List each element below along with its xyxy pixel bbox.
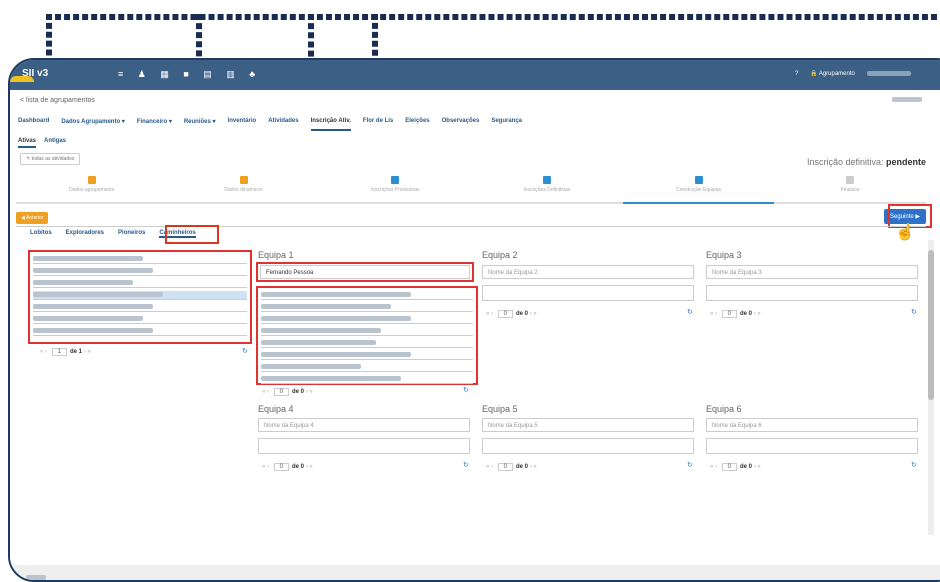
tab-atividades[interactable]: Atividades bbox=[268, 118, 298, 131]
agrupamento-menu[interactable]: 🔒 Agrupamento bbox=[810, 71, 855, 77]
list-item[interactable] bbox=[33, 255, 247, 264]
page-number-input[interactable]: 1 bbox=[51, 348, 68, 356]
caminheiros-highlight bbox=[165, 225, 219, 244]
tab-inscricao-ativ[interactable]: Inscrição Ativ. bbox=[310, 118, 351, 131]
tab-ativas[interactable]: Ativas bbox=[18, 138, 37, 148]
tab-financeiro[interactable]: Financeiro ▾ bbox=[137, 118, 172, 131]
list-item[interactable] bbox=[261, 303, 473, 312]
team-1-name-highlight bbox=[256, 262, 474, 282]
team-4-pager: « ‹ 0 de 0 › » bbox=[262, 463, 313, 471]
team-5-members-list[interactable] bbox=[482, 438, 694, 454]
tab-antigas[interactable]: Antigas bbox=[44, 138, 66, 148]
anterior-button[interactable]: ◀ Anterior bbox=[16, 212, 49, 224]
team-2-members-list[interactable] bbox=[482, 285, 694, 301]
available-members-list[interactable] bbox=[28, 250, 252, 344]
tab-seguranca[interactable]: Segurança bbox=[491, 118, 522, 131]
tab-pioneiros[interactable]: Pioneiros bbox=[118, 230, 145, 238]
refresh-icon[interactable]: ↻ bbox=[687, 461, 693, 469]
app-window: SII v3 ≡ ♟ ▦ ■ ▤ ▥ ♣ ? 🔒 Agrupamento < l… bbox=[8, 58, 940, 582]
top-nav-icons[interactable]: ≡ ♟ ▦ ■ ▤ ▥ ♣ bbox=[118, 69, 261, 80]
back-to-list-link[interactable]: < lista de agrupamentos bbox=[20, 97, 95, 104]
team-5-pager: « ‹ 0 de 0 › » bbox=[486, 463, 537, 471]
list-item[interactable] bbox=[261, 339, 473, 348]
mouse-cursor-icon: ☝ bbox=[895, 224, 915, 241]
list-item[interactable] bbox=[33, 327, 247, 336]
team-5-title: Equipa 5 bbox=[482, 404, 518, 414]
list-item[interactable] bbox=[261, 327, 473, 336]
tab-reunioes[interactable]: Reuniões ▾ bbox=[184, 118, 216, 131]
team-1-members-list[interactable] bbox=[256, 286, 478, 385]
team-3-members-list[interactable] bbox=[706, 285, 918, 301]
list-item[interactable] bbox=[33, 303, 247, 312]
team-4-name-input[interactable]: Nome da Equipa 4 bbox=[258, 418, 470, 432]
team-4-title: Equipa 4 bbox=[258, 404, 294, 414]
footer bbox=[10, 565, 940, 580]
list-item[interactable] bbox=[33, 279, 247, 288]
refresh-icon[interactable]: ↻ bbox=[911, 461, 917, 469]
list-item[interactable] bbox=[261, 375, 473, 384]
nav-tabs: Dashboard Dados Agrupamento ▾ Financeiro… bbox=[18, 118, 522, 131]
refresh-icon[interactable]: ↻ bbox=[911, 308, 917, 316]
wizard-steps: Dados agrupamento Dados dinamicos Inscri… bbox=[16, 174, 927, 204]
team-4-members-list[interactable] bbox=[258, 438, 470, 454]
step-inscricoes-provisorias[interactable]: Inscrições Provisórias bbox=[319, 174, 472, 204]
team-2-title: Equipa 2 bbox=[482, 250, 518, 260]
main-content: < lista de agrupamentos Dashboard Dados … bbox=[10, 90, 940, 565]
tab-dashboard[interactable]: Dashboard bbox=[18, 118, 49, 131]
team-3-name-input[interactable]: Nome da Equipa 3 bbox=[706, 265, 918, 279]
tab-observacoes[interactable]: Observações bbox=[442, 118, 480, 131]
tab-exploradores[interactable]: Exploradores bbox=[66, 230, 104, 238]
todas-atividades-button[interactable]: ↰ todas as atividades bbox=[20, 153, 81, 165]
sub-tabs: Ativas Antigas bbox=[18, 138, 66, 148]
team-6-title: Equipa 6 bbox=[706, 404, 742, 414]
list-item[interactable] bbox=[261, 291, 473, 300]
step-construcao-equipas[interactable]: Construção Equipas bbox=[622, 174, 775, 204]
team-2-pager: « ‹ 0 de 0 › » bbox=[486, 310, 537, 318]
user-name-blurred[interactable] bbox=[866, 70, 911, 76]
divider bbox=[16, 226, 926, 227]
team-5-name-input[interactable]: Nome da Equipa 5 bbox=[482, 418, 694, 432]
status-value: pendente bbox=[885, 157, 926, 167]
step-finalizar[interactable]: Finalizar bbox=[774, 174, 927, 204]
tab-lobitos[interactable]: Lobitos bbox=[30, 230, 52, 238]
tab-flor-de-lis[interactable]: Flor de Lis bbox=[363, 118, 393, 131]
list-item[interactable] bbox=[261, 315, 473, 324]
list-item[interactable] bbox=[33, 291, 247, 300]
tab-dados-agrupamento[interactable]: Dados Agrupamento ▾ bbox=[61, 118, 124, 131]
team-6-pager: « ‹ 0 de 0 › » bbox=[710, 463, 761, 471]
scrollbar[interactable] bbox=[928, 240, 934, 535]
left-pager: « ‹ 1 de 1 › » bbox=[40, 348, 91, 356]
team-3-pager: « ‹ 0 de 0 › » bbox=[710, 310, 761, 318]
refresh-icon[interactable]: ↻ bbox=[687, 308, 693, 316]
team-1-title: Equipa 1 bbox=[258, 250, 294, 260]
editor-label-blurred bbox=[892, 97, 922, 103]
team-6-members-list[interactable] bbox=[706, 438, 918, 454]
tab-inventario[interactable]: Inventário bbox=[228, 118, 257, 131]
app-logo[interactable]: SII v3 bbox=[22, 68, 48, 79]
tab-eleicoes[interactable]: Eleições bbox=[405, 118, 429, 131]
inscricao-definitiva-status: Inscrição definitiva: pendente bbox=[806, 157, 926, 167]
team-2-name-input[interactable]: Nome da Equipa 2 bbox=[482, 265, 694, 279]
scrollbar-thumb[interactable] bbox=[928, 250, 934, 400]
step-dados-agrupamento[interactable]: Dados agrupamento bbox=[16, 174, 168, 204]
list-item[interactable] bbox=[261, 351, 473, 360]
list-item[interactable] bbox=[33, 315, 247, 324]
team-1-pager: « ‹ 0 de 0 › » bbox=[262, 388, 313, 396]
list-item[interactable] bbox=[261, 363, 473, 372]
list-item[interactable] bbox=[33, 267, 247, 276]
top-bar: SII v3 ≡ ♟ ▦ ■ ▤ ▥ ♣ ? 🔒 Agrupamento bbox=[10, 60, 940, 90]
team-3-title: Equipa 3 bbox=[706, 250, 742, 260]
step-dados-dinamicos[interactable]: Dados dinamicos bbox=[167, 174, 320, 204]
team-6-name-input[interactable]: Nome da Equipa 6 bbox=[706, 418, 918, 432]
refresh-icon[interactable]: ↻ bbox=[463, 386, 469, 394]
annotation-top-line bbox=[46, 14, 940, 20]
top-right: ? 🔒 Agrupamento bbox=[795, 70, 921, 77]
refresh-icon[interactable]: ↻ bbox=[242, 347, 248, 355]
help-icon[interactable]: ? bbox=[795, 71, 798, 77]
refresh-icon[interactable]: ↻ bbox=[463, 461, 469, 469]
step-inscricoes-definitivas[interactable]: Inscrições Definitivas bbox=[471, 174, 623, 204]
